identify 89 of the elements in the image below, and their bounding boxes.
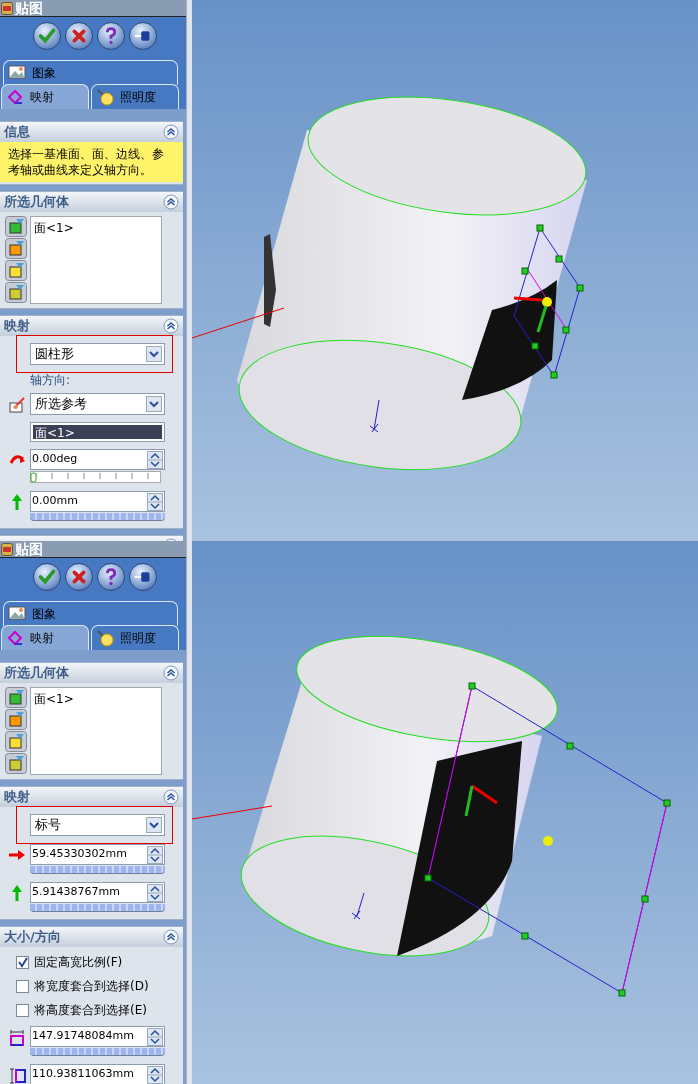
slider-thumb[interactable] <box>30 472 37 483</box>
section-title: 所选几何体 <box>4 664 69 683</box>
checkbox-label: 固定高宽比例(F) <box>34 954 123 971</box>
field-label: 轴方向: <box>30 372 72 389</box>
help-button[interactable] <box>97 563 125 591</box>
thumbwheel[interactable] <box>30 904 165 912</box>
picture-icon <box>8 605 26 623</box>
filter-icon[interactable] <box>5 709 27 730</box>
thumbwheel[interactable] <box>30 1048 165 1056</box>
filter-icon[interactable] <box>5 238 27 259</box>
triad-icon <box>351 892 365 920</box>
tab[interactable]: 照明度 <box>91 84 179 109</box>
pin-button[interactable] <box>129 22 157 50</box>
tab[interactable]: 映射 <box>1 625 89 650</box>
mapping-icon <box>6 629 24 647</box>
panel-title: 贴图 <box>15 0 43 18</box>
list-item[interactable]: 面<1> <box>34 690 158 708</box>
list-item[interactable]: 面<1> <box>34 219 158 237</box>
info-message: 选择一基准面、面、边线、参考轴或曲线来定义轴方向。 <box>0 142 183 182</box>
number-field[interactable]: 0.00mm <box>30 491 165 512</box>
collapse-icon[interactable] <box>163 665 179 681</box>
selected-reference[interactable]: 面<1> <box>33 425 162 439</box>
collapse-icon[interactable] <box>163 194 179 210</box>
filter-icon[interactable] <box>5 731 27 752</box>
spin-arrows-icon[interactable] <box>147 883 163 902</box>
panel-title: 贴图 <box>15 541 43 559</box>
angle-slider[interactable] <box>30 471 161 483</box>
dropdown[interactable]: 所选参考 <box>30 393 165 415</box>
thumbwheel[interactable] <box>30 513 165 521</box>
tab[interactable]: 照明度 <box>91 625 179 650</box>
spin-arrows-icon[interactable] <box>147 1027 163 1046</box>
checkbox-label: 将高度套合到选择(E) <box>34 1002 147 1019</box>
spin-arrows-icon[interactable] <box>147 845 163 864</box>
checkbox[interactable] <box>16 1003 29 1017</box>
picture-icon <box>8 64 26 82</box>
pushpin-icon <box>133 31 150 41</box>
collapse-icon[interactable] <box>163 929 179 945</box>
number-field[interactable]: 0.00deg <box>30 449 165 470</box>
section-title: 映射 <box>4 788 30 807</box>
spin-arrows-icon[interactable] <box>147 1065 163 1084</box>
filter-icon[interactable] <box>5 687 27 708</box>
lamp-icon <box>96 88 114 106</box>
tab[interactable]: 映射 <box>1 84 89 109</box>
check-icon <box>38 28 56 44</box>
tab[interactable]: 图象 <box>3 601 178 626</box>
width-icon <box>8 1028 26 1046</box>
checkbox[interactable] <box>16 955 29 969</box>
cancel-button[interactable] <box>65 563 93 591</box>
cross-icon <box>72 29 86 43</box>
axis-direction-icon <box>8 395 26 413</box>
collapse-icon[interactable] <box>163 789 179 805</box>
cancel-button[interactable] <box>65 22 93 50</box>
mapping-icon <box>6 88 24 106</box>
number-field[interactable]: 5.91438767mm <box>30 882 165 903</box>
collapse-icon[interactable] <box>163 318 179 334</box>
help-button[interactable] <box>97 22 125 50</box>
number-field[interactable]: 110.93811063mm <box>30 1064 165 1084</box>
spin-arrows-icon[interactable] <box>147 492 163 511</box>
pushpin-icon <box>133 572 150 582</box>
checkbox[interactable] <box>16 979 29 993</box>
thumbwheel[interactable] <box>30 866 165 874</box>
number-field[interactable]: 59.45330302mm <box>30 844 165 865</box>
triad-icon <box>369 399 380 433</box>
ok-button[interactable] <box>33 22 61 50</box>
section-title: 信息 <box>4 123 30 142</box>
ok-button[interactable] <box>33 563 61 591</box>
section-title: 大小/方向 <box>4 928 61 947</box>
decal-icon <box>1 1 13 15</box>
section-title: 所选几何体 <box>4 193 69 212</box>
collapse-icon[interactable] <box>163 124 179 140</box>
question-mark-icon <box>105 568 117 586</box>
filter-icon[interactable] <box>5 216 27 237</box>
question-mark-icon <box>105 27 117 45</box>
cross-icon <box>72 570 86 584</box>
number-field[interactable]: 147.91748084mm <box>30 1026 165 1047</box>
tab[interactable]: 图象 <box>3 60 178 85</box>
height-icon <box>8 1066 26 1084</box>
checkbox-label: 将宽度套合到选择(D) <box>34 978 149 995</box>
pin-button[interactable] <box>129 563 157 591</box>
dropdown[interactable]: 标号 <box>30 814 165 836</box>
filter-icon[interactable] <box>5 753 27 774</box>
check-icon <box>38 569 56 585</box>
dropdown[interactable]: 圆柱形 <box>30 343 165 365</box>
lamp-icon <box>96 629 114 647</box>
spin-arrows-icon[interactable] <box>147 450 163 469</box>
section-title: 映射 <box>4 317 30 336</box>
decal-icon <box>1 542 13 556</box>
filter-icon[interactable] <box>5 282 27 303</box>
filter-icon[interactable] <box>5 260 27 281</box>
